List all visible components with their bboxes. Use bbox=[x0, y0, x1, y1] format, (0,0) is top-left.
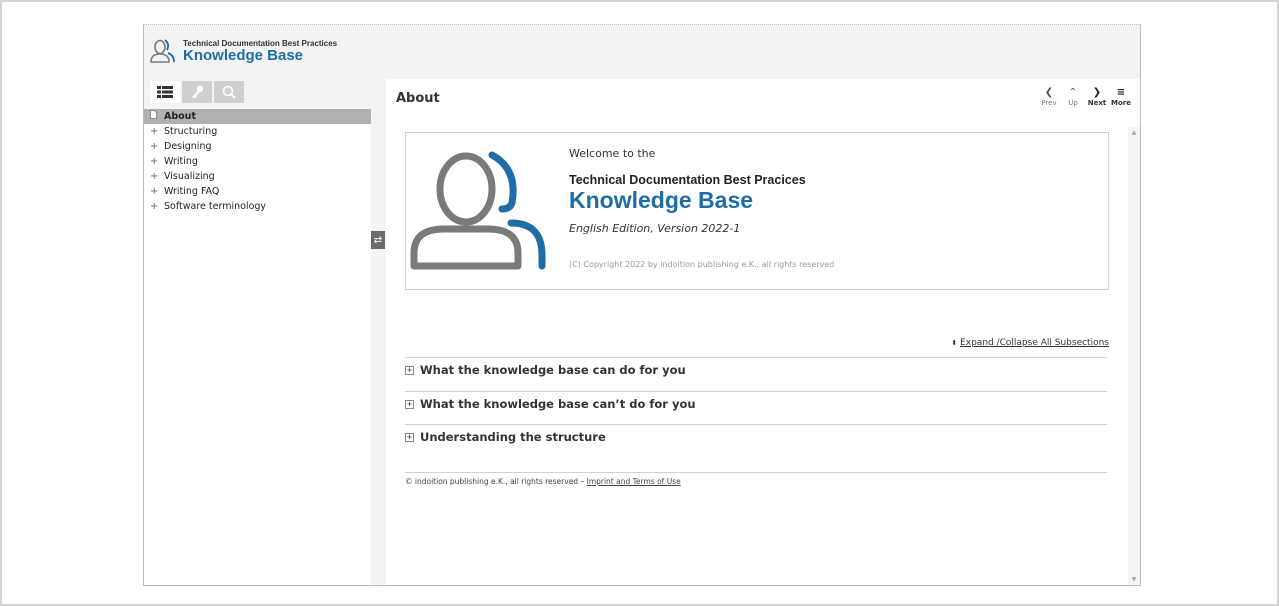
expand-plus-icon[interactable]: + bbox=[150, 169, 164, 184]
chevron-up-circle-icon: ⌃ bbox=[1068, 87, 1078, 98]
brand-title[interactable]: Knowledge Base bbox=[183, 47, 303, 64]
expand-plus-icon[interactable]: + bbox=[150, 139, 164, 154]
toc-item-label: Designing bbox=[164, 141, 212, 152]
expand-plus-icon[interactable]: + bbox=[150, 124, 164, 139]
search-icon bbox=[222, 85, 236, 99]
header: Technical Documentation Best Practices K… bbox=[144, 25, 1140, 79]
imprint-link[interactable]: Imprint and Terms of Use bbox=[587, 477, 681, 486]
list-icon bbox=[157, 86, 173, 98]
toc-item-writing-faq[interactable]: + Writing FAQ bbox=[144, 184, 371, 199]
section-cant-do[interactable]: + What the knowledge base can’t do for y… bbox=[405, 391, 1107, 411]
toc-item-label: Visualizing bbox=[164, 171, 215, 182]
prev-label: Prev bbox=[1041, 99, 1057, 107]
sidebar: About + Structuring + Designing + Writin… bbox=[144, 79, 371, 585]
copyright-text: (C) Copyright 2022 by indoition publishi… bbox=[569, 260, 835, 269]
toc-item-writing[interactable]: + Writing bbox=[144, 154, 371, 169]
chevron-right-circle-icon: ❯ bbox=[1092, 87, 1102, 98]
expand-plus-icon[interactable]: + bbox=[405, 365, 414, 375]
expand-collapse-all-link[interactable]: ⬍ Expand /Collapse All Subsections bbox=[951, 338, 1109, 348]
tab-contents[interactable] bbox=[150, 81, 180, 103]
prev-button[interactable]: ❮ Prev bbox=[1040, 87, 1058, 107]
browser-frame: Technical Documentation Best Practices K… bbox=[0, 0, 1279, 606]
expand-plus-icon[interactable]: + bbox=[150, 154, 164, 169]
expand-plus-icon[interactable]: + bbox=[150, 199, 164, 214]
toc-item-visualizing[interactable]: + Visualizing bbox=[144, 169, 371, 184]
section-title: What the knowledge base can do for you bbox=[420, 363, 686, 377]
section-can-do[interactable]: + What the knowledge base can do for you bbox=[405, 357, 1107, 377]
tab-search[interactable] bbox=[214, 81, 244, 103]
knowledge-base-logo-icon bbox=[410, 151, 546, 270]
up-button[interactable]: ⌃ Up bbox=[1064, 87, 1082, 107]
up-down-arrows-icon: ⬍ bbox=[951, 339, 958, 347]
expand-plus-icon[interactable]: + bbox=[405, 432, 414, 442]
scroll-down-arrow-icon[interactable]: ▼ bbox=[1128, 576, 1140, 583]
toc-item-label: Software terminology bbox=[164, 201, 267, 212]
page-icon bbox=[150, 109, 164, 124]
welcome-text: Welcome to the bbox=[569, 147, 656, 160]
expand-collapse-all-label: Expand /Collapse All Subsections bbox=[960, 338, 1109, 348]
sidebar-splitter[interactable]: ⇄ bbox=[371, 79, 386, 585]
chevron-left-circle-icon: ❮ bbox=[1044, 87, 1054, 98]
section-title: What the knowledge base can’t do for you bbox=[420, 397, 696, 411]
kb-title: Knowledge Base bbox=[569, 187, 754, 213]
sidebar-tabs bbox=[150, 81, 244, 103]
toc-item-structuring[interactable]: + Structuring bbox=[144, 124, 371, 139]
logo-icon bbox=[150, 39, 175, 63]
section-title: Understanding the structure bbox=[420, 430, 606, 444]
key-icon bbox=[192, 85, 204, 99]
toc-item-software-terminology[interactable]: + Software terminology bbox=[144, 199, 371, 214]
scroll-up-arrow-icon[interactable]: ▲ bbox=[1128, 129, 1140, 136]
toc-item-label: Writing FAQ bbox=[164, 186, 220, 197]
footer-text: © indoition publishing e.K., all rights … bbox=[405, 477, 585, 486]
toc-item-label: About bbox=[164, 111, 196, 122]
toc-item-label: Structuring bbox=[164, 126, 218, 137]
expand-plus-icon[interactable]: + bbox=[150, 184, 164, 199]
edition-text: English Edition, Version 2022-1 bbox=[569, 222, 741, 235]
swap-arrows-icon: ⇄ bbox=[373, 234, 383, 246]
app-window: Technical Documentation Best Practices K… bbox=[143, 24, 1141, 586]
main-content: About ❮ Prev ⌃ Up ❯ Next ≡ More ▲ ▼ Welc… bbox=[386, 79, 1140, 585]
toc-tree: About + Structuring + Designing + Writin… bbox=[144, 109, 371, 585]
title-box: Welcome to the Technical Documentation B… bbox=[405, 132, 1109, 290]
topic-navigation: ❮ Prev ⌃ Up ❯ Next ≡ More bbox=[1040, 87, 1131, 107]
next-button[interactable]: ❯ Next bbox=[1088, 87, 1106, 107]
more-label: More bbox=[1111, 99, 1131, 107]
toc-item-designing[interactable]: + Designing bbox=[144, 139, 371, 154]
more-button[interactable]: ≡ More bbox=[1111, 87, 1131, 107]
content-scrollbar[interactable]: ▲ ▼ bbox=[1128, 127, 1140, 585]
up-label: Up bbox=[1068, 99, 1078, 107]
page-title: About bbox=[396, 91, 440, 106]
expand-plus-icon[interactable]: + bbox=[405, 399, 414, 409]
toc-item-about[interactable]: About bbox=[144, 109, 371, 124]
hamburger-menu-icon: ≡ bbox=[1116, 87, 1126, 98]
kb-subtitle: Technical Documentation Best Pracices bbox=[569, 173, 806, 187]
page-footer: © indoition publishing e.K., all rights … bbox=[405, 472, 1107, 486]
section-structure[interactable]: + Understanding the structure bbox=[405, 424, 1107, 444]
next-label: Next bbox=[1087, 99, 1107, 107]
toc-item-label: Writing bbox=[164, 156, 198, 167]
toggle-sidebar-button[interactable]: ⇄ bbox=[371, 231, 385, 249]
tab-index[interactable] bbox=[182, 81, 212, 103]
